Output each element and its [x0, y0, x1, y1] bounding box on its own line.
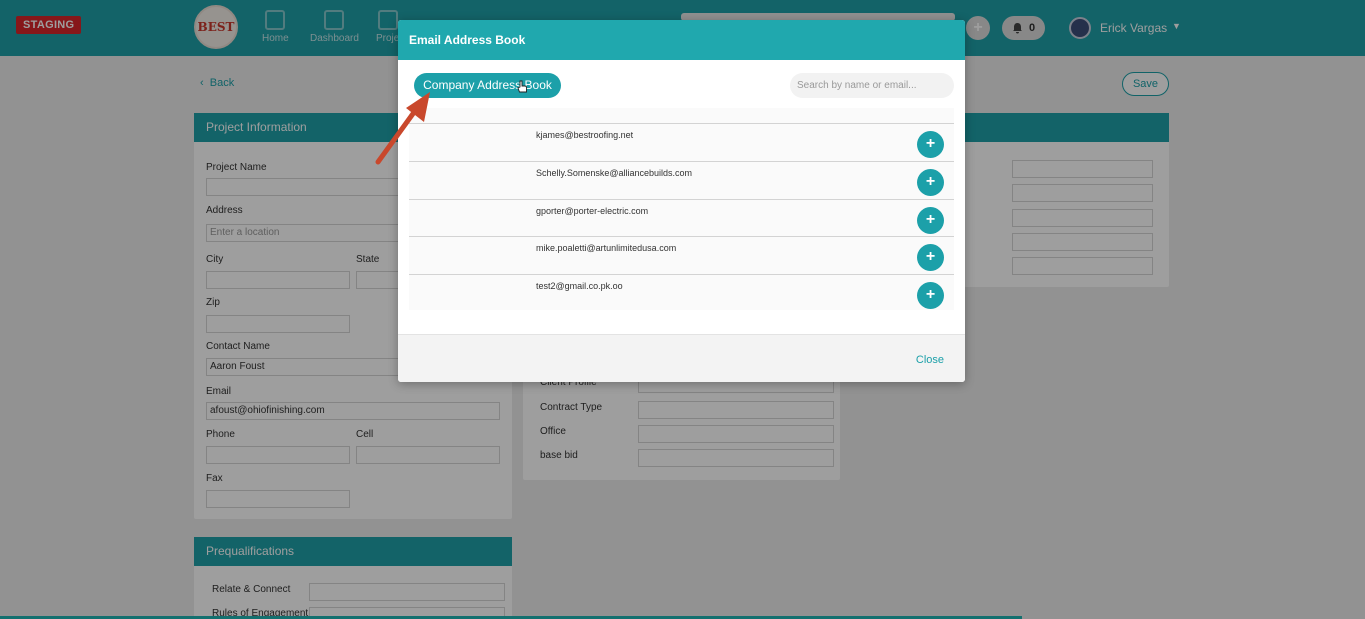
list-item: mike.poaletti@artunlimitedusa.com + — [409, 236, 954, 274]
contact-email: Schelly.Somenske@alliancebuilds.com — [536, 168, 693, 178]
email-address-book-modal: Email Address Book Company Address Book … — [398, 20, 965, 382]
add-contact-button[interactable]: + — [917, 244, 944, 271]
contact-email: gporter@porter-electric.com — [536, 206, 649, 216]
add-contact-button[interactable]: + — [917, 169, 944, 196]
add-contact-button[interactable]: + — [917, 282, 944, 309]
company-address-book-tab[interactable]: Company Address Book — [414, 73, 561, 98]
add-contact-button[interactable]: + — [917, 131, 944, 158]
hand-cursor-icon — [517, 80, 527, 93]
contact-email: kjames@bestroofing.net — [536, 130, 634, 140]
modal-footer: Close — [398, 334, 965, 382]
add-contact-button[interactable]: + — [917, 207, 944, 234]
modal-title: Email Address Book — [398, 20, 965, 60]
contact-search-input[interactable] — [790, 73, 954, 98]
list-item: gporter@porter-electric.com + — [409, 199, 954, 237]
contact-email: mike.poaletti@artunlimitedusa.com — [536, 243, 677, 253]
close-button[interactable]: Close — [916, 354, 944, 366]
list-item: + — [409, 108, 954, 111]
list-item: kjames@bestroofing.net + — [409, 123, 954, 161]
list-item: test2@gmail.co.pk.oo + — [409, 274, 954, 310]
list-item: Schelly.Somenske@alliancebuilds.com + — [409, 161, 954, 199]
contact-email: test2@gmail.co.pk.oo — [536, 281, 623, 291]
contact-list: + kjames@bestroofing.net + Schelly.Somen… — [409, 108, 954, 310]
annotation-arrow-icon — [375, 92, 430, 165]
